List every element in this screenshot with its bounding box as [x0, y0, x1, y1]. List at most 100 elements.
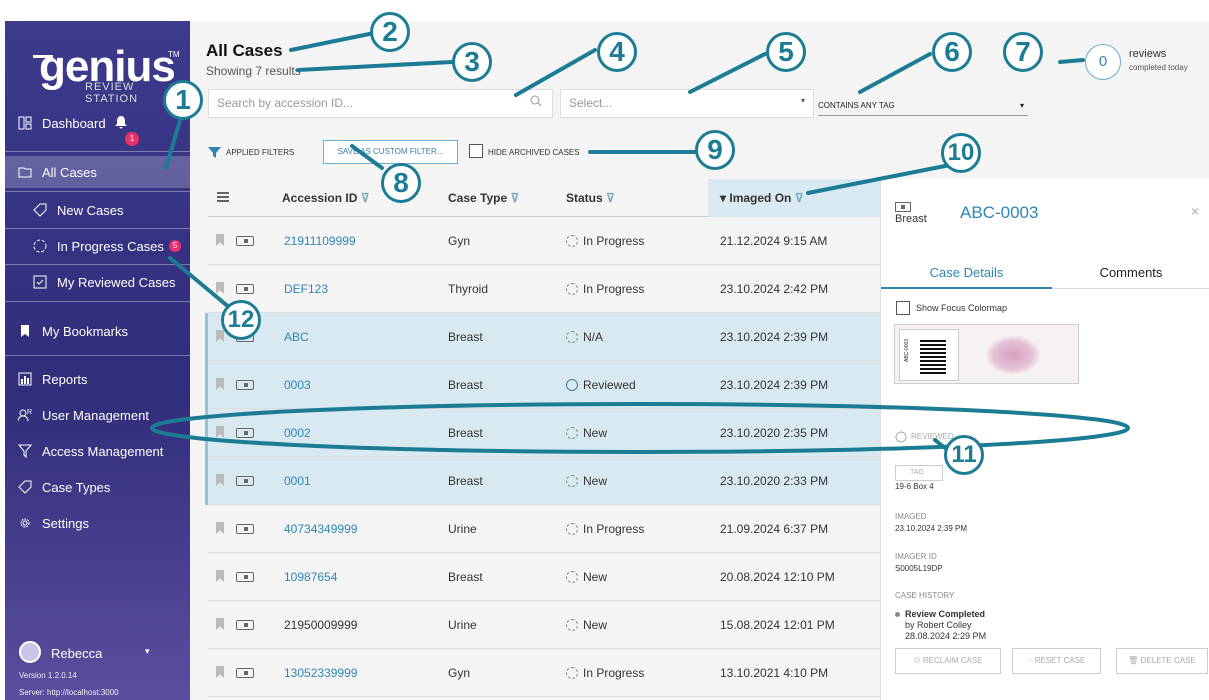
table-row[interactable]: 0001 Breast New 23.10.2020 2:33 PM: [208, 457, 880, 505]
nav-access-management[interactable]: Access Management: [5, 435, 190, 467]
nav-bookmarks-label: My Bookmarks: [42, 323, 128, 339]
table-row[interactable]: 21911109999 Gyn In Progress 21.12.2024 9:15…: [208, 217, 880, 265]
panel-case-id: ABC-0003: [960, 203, 1039, 222]
tag-select[interactable]: Select... ▾: [560, 89, 814, 118]
slide-icon: [236, 476, 254, 486]
col-imaged-on[interactable]: ▾ Imaged On ⊽: [708, 179, 880, 217]
cell-status: New: [566, 409, 607, 457]
close-icon[interactable]: ×: [1191, 203, 1199, 219]
imaged-value: 23.10.2024 2:39 PM: [895, 524, 968, 533]
annotation-marker: 10: [941, 133, 981, 173]
table-row[interactable]: 21950009999 Urine New 15.08.2024 12:01 PM: [208, 601, 880, 649]
menu-icon[interactable]: [216, 179, 230, 217]
status-icon: [566, 475, 578, 487]
nav-dashboard[interactable]: Dashboard: [5, 107, 190, 139]
table-row[interactable]: 10987654 Breast New 20.08.2024 12:10 PM: [208, 553, 880, 601]
bookmark-icon[interactable]: [216, 378, 224, 390]
reset-case-button[interactable]: ◌ RESET CASE: [1012, 648, 1101, 674]
nav-reports[interactable]: Reports: [5, 363, 190, 395]
bookmark-icon[interactable]: [216, 666, 224, 678]
hide-archived-checkbox[interactable]: [469, 144, 483, 158]
bookmark-icon[interactable]: [216, 522, 224, 534]
divider: [5, 191, 190, 192]
annotation-marker: 3: [452, 42, 492, 82]
filter-icon[interactable]: ⊽: [510, 191, 519, 205]
bookmark-icon[interactable]: [216, 618, 224, 630]
table-row[interactable]: 0002 Breast New 23.10.2020 2:35 PM: [208, 409, 880, 457]
delete-case-button[interactable]: 🗑 DELETE CASE: [1116, 648, 1208, 674]
table-row[interactable]: ABC Breast N/A 23.10.2024 2:39 PM: [208, 313, 880, 361]
nav-case-types[interactable]: Case Types: [5, 471, 190, 503]
progress-icon: [33, 239, 47, 253]
cell-accession-id[interactable]: 10987654: [284, 553, 337, 601]
divider: [5, 151, 190, 152]
filter-icon[interactable]: ⊽: [361, 191, 370, 205]
chevron-down-icon[interactable]: ▾: [801, 96, 805, 105]
nav-settings[interactable]: Settings: [5, 507, 190, 539]
search-icon[interactable]: [530, 95, 542, 110]
avatar[interactable]: [19, 641, 41, 663]
filter-icon[interactable]: [208, 146, 221, 164]
cell-status: In Progress: [566, 217, 644, 265]
nav-all-cases[interactable]: All Cases: [5, 156, 190, 188]
cell-status-label: N/A: [583, 330, 604, 344]
slide-thumbnail[interactable]: ABC-0003: [894, 324, 1079, 384]
bookmark-icon[interactable]: [216, 234, 224, 246]
logo-tm: TM: [168, 50, 180, 59]
add-tag-button[interactable]: TAG: [895, 465, 943, 481]
nav-new-cases[interactable]: New Cases: [5, 194, 190, 226]
cell-accession-id[interactable]: DEF123: [284, 265, 328, 313]
reclaim-case-button[interactable]: ⚇ RECLAIM CASE: [895, 648, 1001, 674]
filter-icon[interactable]: ⊽: [606, 191, 615, 205]
nav-case-types-label: Case Types: [42, 479, 111, 495]
table-row[interactable]: 0003 Breast Reviewed 23.10.2024 2:39 PM: [208, 361, 880, 409]
bookmark-icon[interactable]: [216, 570, 224, 582]
cell-accession-id[interactable]: 21950009999: [284, 601, 357, 649]
table-row[interactable]: 13052339999 Gyn In Progress 13.10.2021 4:10…: [208, 649, 880, 697]
chevron-down-icon[interactable]: ▾: [1020, 96, 1024, 116]
tag-mode-select[interactable]: CONTAINS ANY TAG ▾: [818, 96, 1028, 116]
annotation-marker: 2: [370, 12, 410, 52]
page-title: All Cases: [206, 41, 283, 60]
cell-status-label: In Progress: [583, 666, 645, 680]
tab-comments[interactable]: Comments: [1052, 259, 1209, 289]
col-imaged-label: Imaged On: [729, 191, 792, 205]
nav-new-cases-label: New Cases: [57, 202, 124, 218]
in-progress-badge: 5: [168, 240, 181, 252]
save-custom-filter-button[interactable]: SAVE AS CUSTOM FILTER...: [323, 140, 458, 164]
nav-in-progress-cases[interactable]: In Progress Cases 5: [5, 230, 190, 262]
table-row[interactable]: 40734349999 Urine In Progress 21.09.2024 6:…: [208, 505, 880, 553]
bell-icon[interactable]: [114, 115, 128, 132]
history-date: 28.08.2024 2:29 PM: [905, 631, 987, 641]
nav-my-reviewed-cases[interactable]: My Reviewed Cases: [5, 266, 190, 298]
search-input[interactable]: Search by accession ID...: [208, 89, 553, 118]
cell-accession-id[interactable]: ABC: [284, 313, 309, 361]
col-accession-id[interactable]: Accession ID ⊽: [282, 179, 370, 217]
col-status[interactable]: Status ⊽: [566, 179, 615, 217]
cell-accession-id[interactable]: 13052339999: [284, 649, 357, 697]
bookmark-icon[interactable]: [216, 282, 224, 294]
bookmark-icon[interactable]: [216, 426, 224, 438]
bookmark-icon[interactable]: [216, 330, 224, 342]
table-row[interactable]: DEF123 Thyroid In Progress 23.10.2024 2:42 …: [208, 265, 880, 313]
cell-accession-id[interactable]: 0003: [284, 361, 311, 409]
nav-user-management[interactable]: R User Management: [5, 399, 190, 431]
cell-status-label: New: [583, 618, 608, 632]
cell-accession-id[interactable]: 40734349999: [284, 505, 357, 553]
bookmark-icon[interactable]: [216, 474, 224, 486]
chevron-down-icon[interactable]: ▾: [145, 646, 150, 657]
nav-my-bookmarks[interactable]: My Bookmarks: [5, 315, 190, 347]
app-window: { "brand": {"name": "genius", "tm": "TM"…: [0, 0, 1209, 700]
reset-icon: ◌: [1027, 656, 1035, 665]
cell-accession-id[interactable]: 21911109999: [284, 217, 356, 265]
filter-icon[interactable]: ⊽: [795, 191, 804, 205]
user-name[interactable]: Rebecca: [51, 646, 102, 661]
cell-imaged-on: 23.10.2020 2:33 PM: [720, 474, 829, 488]
slide-icon: [236, 524, 254, 534]
focus-colormap-checkbox[interactable]: [896, 301, 910, 315]
nav-in-progress-label: In Progress Cases: [57, 238, 164, 254]
cell-accession-id[interactable]: 0002: [284, 409, 311, 457]
tab-case-details[interactable]: Case Details: [881, 259, 1052, 289]
col-case-type[interactable]: Case Type ⊽: [448, 179, 519, 217]
cell-accession-id[interactable]: 0001: [284, 457, 311, 505]
